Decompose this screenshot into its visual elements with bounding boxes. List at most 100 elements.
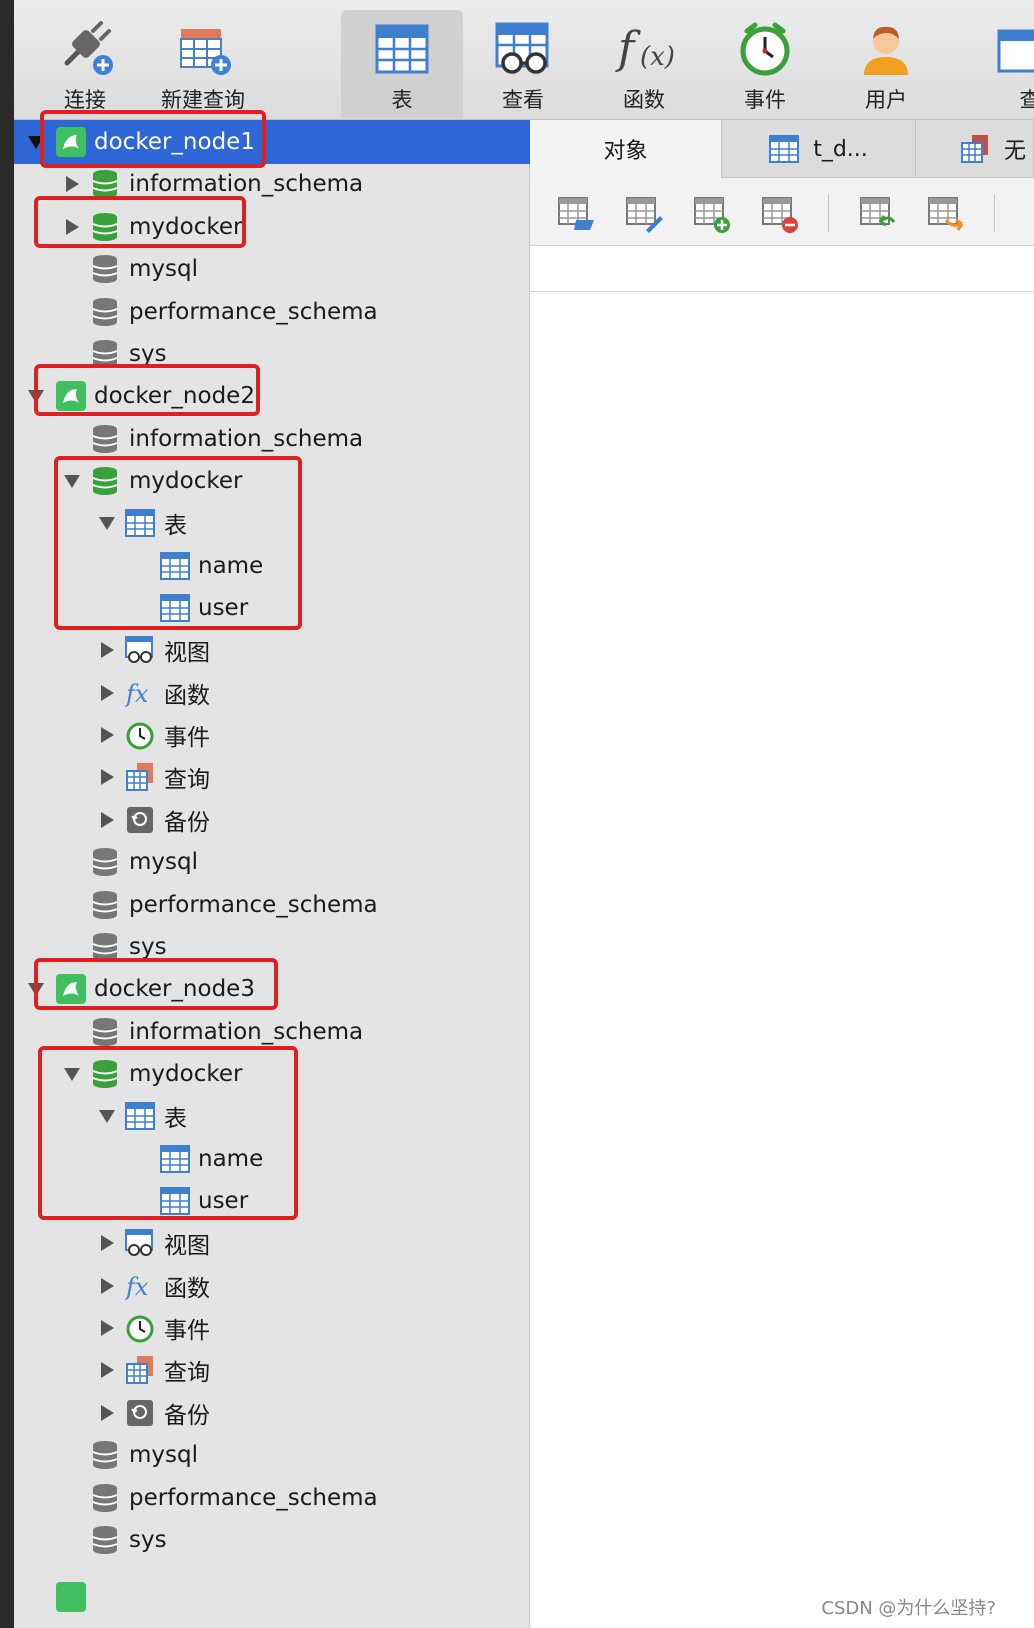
tree-db-sys[interactable]: sys xyxy=(14,1518,530,1562)
mysql-connection-icon xyxy=(56,974,86,1004)
tab-objects[interactable]: 对象 xyxy=(530,120,722,178)
database-name: mydocker xyxy=(129,468,243,494)
database-name: performance_schema xyxy=(129,299,378,325)
expand-arrow-icon[interactable] xyxy=(66,176,79,192)
query-icon xyxy=(125,1355,155,1385)
query-button[interactable]: 查 xyxy=(946,10,1034,118)
tree-db-mysql[interactable]: mysql xyxy=(14,840,530,884)
expand-arrow-icon[interactable] xyxy=(101,1235,114,1251)
view-button[interactable]: 查看 xyxy=(462,10,584,118)
expand-arrow-icon[interactable] xyxy=(101,1320,114,1336)
database-name: mysql xyxy=(129,849,198,875)
database-gray-icon xyxy=(90,254,120,284)
expand-arrow-icon[interactable] xyxy=(99,1109,115,1123)
tree-node-partial[interactable] xyxy=(14,1560,530,1612)
table-button[interactable]: 表 xyxy=(341,10,463,118)
tree-table-user[interactable]: user xyxy=(14,1179,530,1223)
database-gray-icon xyxy=(90,424,120,454)
tree-db-information-schema[interactable]: information_schema xyxy=(14,1010,530,1054)
database-name: sys xyxy=(129,934,167,960)
expand-arrow-icon[interactable] xyxy=(101,1405,114,1421)
database-gray-icon xyxy=(90,890,120,920)
tree-db-mydocker[interactable]: mydocker xyxy=(14,1052,530,1096)
table-name: user xyxy=(198,1188,249,1214)
tree-folder-queries[interactable]: 查询 xyxy=(14,1348,530,1392)
tab-t-d[interactable]: t_d... xyxy=(722,120,916,178)
new-table-icon[interactable] xyxy=(692,194,732,234)
expand-arrow-icon[interactable] xyxy=(64,1067,80,1081)
new-query-button[interactable]: 新建查询 xyxy=(142,10,264,118)
delete-table-icon[interactable] xyxy=(760,194,800,234)
watermark: CSDN @为什么坚持? xyxy=(821,1598,996,1619)
expand-arrow-icon[interactable] xyxy=(101,1362,114,1378)
query-icon xyxy=(960,134,990,164)
tree-folder-functions[interactable]: fx 函数 xyxy=(14,671,530,715)
backup-icon xyxy=(125,1398,155,1428)
database-name: sys xyxy=(129,341,167,367)
tree-folder-views[interactable]: 视图 xyxy=(14,1221,530,1265)
function-button[interactable]: f (x) 函数 xyxy=(583,10,705,118)
tree-db-sys[interactable]: sys xyxy=(14,925,530,969)
expand-arrow-icon[interactable] xyxy=(28,982,44,996)
export-icon[interactable] xyxy=(926,194,966,234)
query-label: 查 xyxy=(1019,88,1034,112)
tree-folder-tables[interactable]: 表 xyxy=(14,1094,530,1138)
tree-folder-functions[interactable]: fx 函数 xyxy=(14,1264,530,1308)
tree-folder-backups[interactable]: 备份 xyxy=(14,1391,530,1435)
design-table-icon[interactable] xyxy=(624,194,664,234)
tree-db-sys[interactable]: sys xyxy=(14,332,530,376)
tree-table-name[interactable]: name xyxy=(14,544,530,588)
expand-arrow-icon[interactable] xyxy=(101,812,114,828)
expand-arrow-icon[interactable] xyxy=(66,219,79,235)
tree-table-name[interactable]: name xyxy=(14,1137,530,1181)
expand-arrow-icon[interactable] xyxy=(101,727,114,743)
folder-label: 表 xyxy=(164,1106,187,1132)
connection-tree: docker_node1 information_schema mydocker… xyxy=(14,110,530,1628)
folder-label: 查询 xyxy=(164,1360,210,1386)
event-button[interactable]: 事件 xyxy=(704,10,826,118)
user-icon xyxy=(855,18,917,80)
clock-icon xyxy=(734,18,796,80)
tree-node-docker-node1[interactable]: docker_node1 xyxy=(14,120,530,164)
tree-table-user[interactable]: user xyxy=(14,586,530,630)
tree-node-docker-node2[interactable]: docker_node2 xyxy=(14,374,530,418)
tree-db-mydocker[interactable]: mydocker xyxy=(14,459,530,503)
tab-untitled[interactable]: 无 xyxy=(916,120,1034,178)
tree-db-information-schema[interactable]: information_schema xyxy=(14,162,530,206)
tree-db-performance-schema[interactable]: performance_schema xyxy=(14,290,530,334)
connect-button[interactable]: 连接 xyxy=(24,10,146,118)
database-green-icon xyxy=(90,466,120,496)
expand-arrow-icon[interactable] xyxy=(101,642,114,658)
database-name: performance_schema xyxy=(129,892,378,918)
tree-folder-tables[interactable]: 表 xyxy=(14,501,530,545)
tree-db-mysql[interactable]: mysql xyxy=(14,1433,530,1477)
plug-add-icon xyxy=(54,18,116,80)
connection-name: docker_node1 xyxy=(94,129,255,155)
expand-arrow-icon[interactable] xyxy=(99,516,115,530)
database-gray-icon xyxy=(90,1483,120,1513)
expand-arrow-icon[interactable] xyxy=(101,1278,114,1294)
expand-arrow-icon[interactable] xyxy=(28,389,44,403)
tree-db-performance-schema[interactable]: performance_schema xyxy=(14,883,530,927)
tree-folder-views[interactable]: 视图 xyxy=(14,628,530,672)
expand-arrow-icon[interactable] xyxy=(101,769,114,785)
database-gray-icon xyxy=(90,339,120,369)
import-icon[interactable] xyxy=(858,194,898,234)
tree-folder-events[interactable]: 事件 xyxy=(14,1306,530,1350)
expand-arrow-icon[interactable] xyxy=(64,474,80,488)
tree-db-mydocker[interactable]: mydocker xyxy=(14,205,530,249)
tree-db-mysql[interactable]: mysql xyxy=(14,247,530,291)
tree-db-information-schema[interactable]: information_schema xyxy=(14,417,530,461)
open-table-icon[interactable] xyxy=(556,194,596,234)
tree-folder-backups[interactable]: 备份 xyxy=(14,798,530,842)
tree-node-docker-node3[interactable]: docker_node3 xyxy=(14,967,530,1011)
user-button[interactable]: 用户 xyxy=(825,10,947,118)
object-toolbar xyxy=(530,178,1034,246)
expand-arrow-icon[interactable] xyxy=(28,135,44,149)
tree-folder-events[interactable]: 事件 xyxy=(14,713,530,757)
database-gray-icon xyxy=(90,1440,120,1470)
tree-folder-queries[interactable]: 查询 xyxy=(14,755,530,799)
expand-arrow-icon[interactable] xyxy=(101,685,114,701)
tree-db-performance-schema[interactable]: performance_schema xyxy=(14,1476,530,1520)
mysql-connection-icon xyxy=(56,381,86,411)
